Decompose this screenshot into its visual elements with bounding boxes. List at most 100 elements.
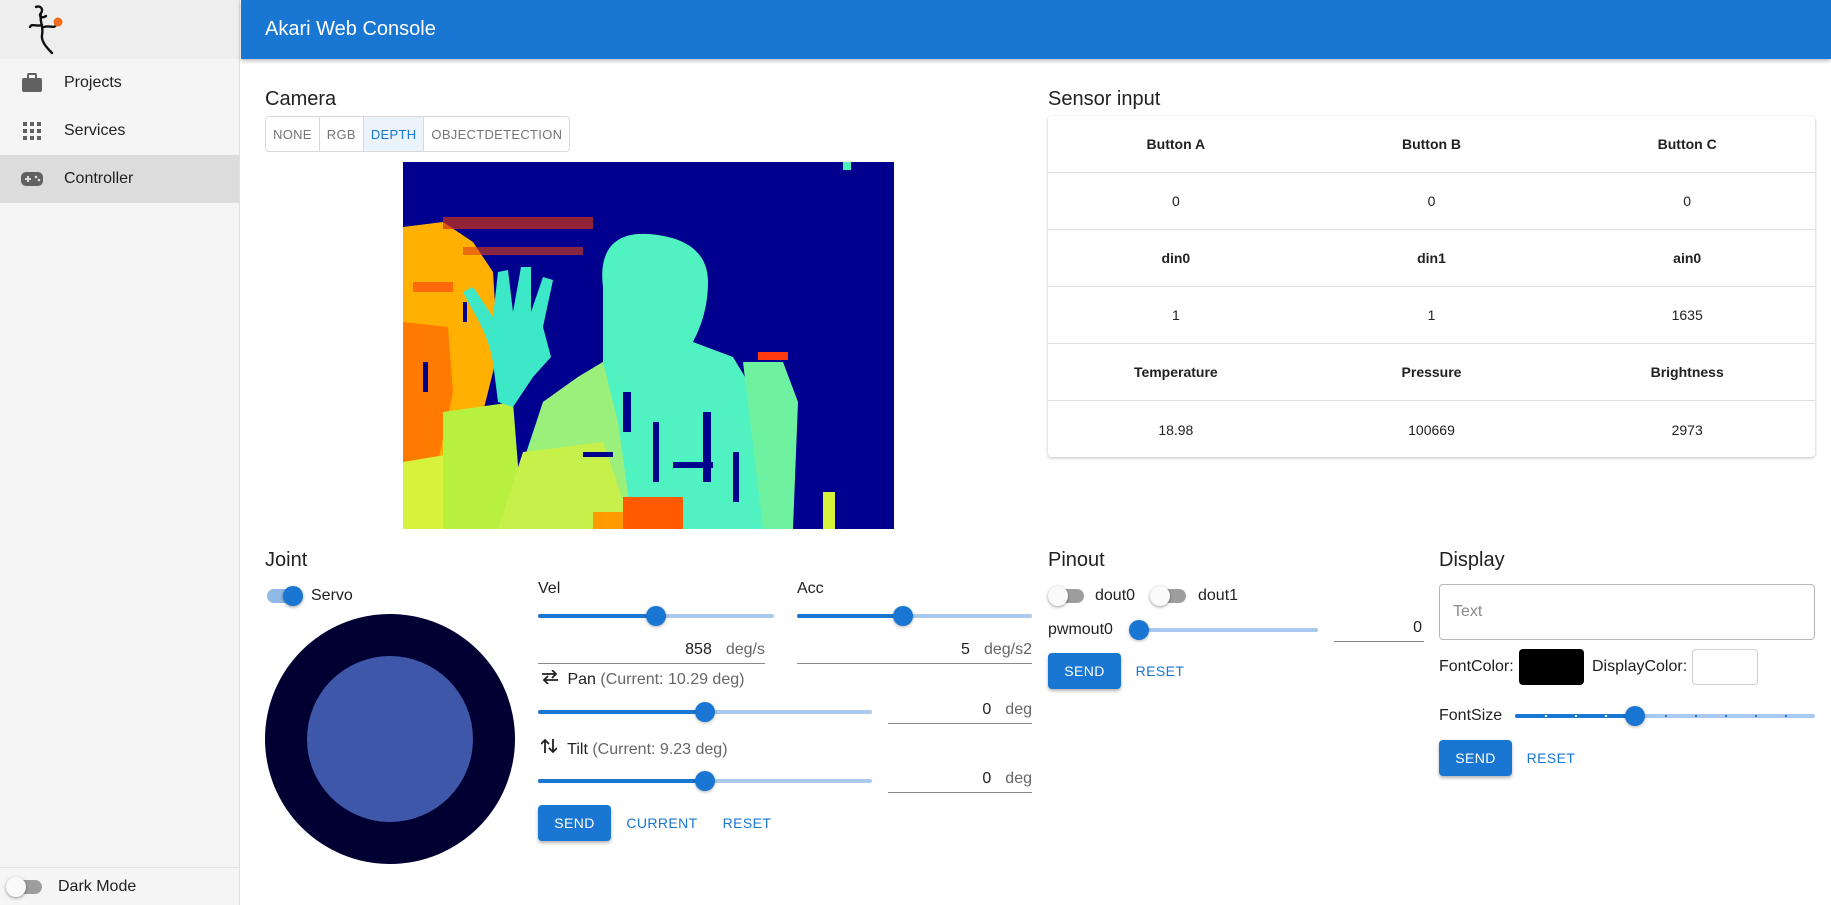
briefcase-icon xyxy=(0,73,64,93)
display-color-swatch[interactable] xyxy=(1692,649,1758,685)
swap-vertical-icon xyxy=(540,738,563,759)
slider-tick-mark xyxy=(1695,715,1697,717)
pan-unit: deg xyxy=(1005,701,1032,718)
display-text-input[interactable]: Text xyxy=(1439,584,1815,640)
table-cell: 1 xyxy=(1427,307,1436,323)
dout1-label: dout1 xyxy=(1198,587,1239,604)
table-header-cell: din1 xyxy=(1417,250,1446,266)
table-row: 0 0 0 xyxy=(1048,173,1815,230)
pan-label-row: Pan (Current: 10.29 deg) xyxy=(541,669,745,689)
font-size-slider[interactable] xyxy=(1515,706,1815,726)
joystick-knob[interactable] xyxy=(307,656,473,822)
pwmout0-slider[interactable] xyxy=(1129,620,1318,640)
dout0-label: dout0 xyxy=(1095,587,1136,604)
pwmout0-value: 0 xyxy=(1413,619,1422,636)
sidebar-item-label: Controller xyxy=(64,170,134,187)
sensor-input-title: Sensor input xyxy=(1048,88,1161,110)
joint-current-button[interactable]: CURRENT xyxy=(620,805,704,841)
font-color-swatch[interactable] xyxy=(1519,649,1584,685)
font-color-label: FontColor: xyxy=(1439,658,1514,675)
tilt-current: (Current: 9.23 deg) xyxy=(592,741,728,758)
display-send-button[interactable]: SEND xyxy=(1439,740,1512,776)
dark-mode-toggle[interactable] xyxy=(6,876,44,897)
camera-mode-depth[interactable]: DEPTH xyxy=(363,117,425,151)
pwmout0-input[interactable]: 0 xyxy=(1334,614,1424,642)
slider-tick-mark xyxy=(1725,715,1727,717)
slider-tick-mark xyxy=(1575,715,1577,717)
table-header-cell: Button C xyxy=(1657,136,1717,152)
table-cell: 100669 xyxy=(1408,421,1455,438)
joint-send-button[interactable]: SEND xyxy=(538,805,611,841)
dout1-toggle[interactable] xyxy=(1150,586,1188,606)
table-header-cell: ain0 xyxy=(1673,250,1702,266)
pinout-send-button[interactable]: SEND xyxy=(1048,653,1121,689)
sidebar-item-projects[interactable]: Projects xyxy=(0,59,239,107)
dark-mode-row: Dark Mode xyxy=(0,867,240,905)
slider-tick-mark xyxy=(1755,715,1757,717)
vel-label: Vel xyxy=(538,580,561,597)
acc-slider[interactable] xyxy=(797,606,1032,626)
camera-title: Camera xyxy=(265,88,337,110)
table-cell: 1 xyxy=(1171,307,1180,323)
display-title: Display xyxy=(1439,549,1505,571)
sensor-table: Button A Button B Button C 0 0 0 din0 di… xyxy=(1048,116,1815,457)
grid-icon xyxy=(0,122,64,140)
display-color-label: DisplayColor: xyxy=(1592,658,1688,675)
sidebar-item-controller[interactable]: Controller xyxy=(0,155,239,203)
table-header-cell: Button A xyxy=(1146,136,1206,152)
sidebar-item-services[interactable]: Services xyxy=(0,107,239,155)
table-header-cell: Pressure xyxy=(1401,364,1462,380)
font-size-label: FontSize xyxy=(1439,707,1503,724)
acc-label: Acc xyxy=(797,580,824,597)
table-row: 1 1 1635 xyxy=(1048,287,1815,344)
table-header-cell: Brightness xyxy=(1650,364,1724,380)
tilt-input[interactable]: 0 deg xyxy=(888,765,1032,793)
acc-value: 5 xyxy=(961,641,970,658)
table-header-cell: Button B xyxy=(1401,136,1462,152)
table-header-cell: din0 xyxy=(1161,250,1191,266)
vel-value: 858 xyxy=(685,641,712,658)
camera-depth-image xyxy=(403,162,894,529)
dout0-toggle[interactable] xyxy=(1048,586,1086,606)
servo-toggle[interactable] xyxy=(265,586,303,606)
camera-mode-none[interactable]: NONE xyxy=(266,117,320,151)
pan-current: (Current: 10.29 deg) xyxy=(600,671,745,688)
slider-tick-mark xyxy=(1785,715,1787,717)
slider-tick-mark xyxy=(1545,715,1547,717)
table-cell: 0 xyxy=(1427,193,1436,209)
sidebar: Projects Services Controller Dark Mode xyxy=(0,0,240,905)
slider-tick-mark xyxy=(1665,715,1667,717)
tilt-label-row: Tilt (Current: 9.23 deg) xyxy=(540,738,728,759)
tilt-label: Tilt xyxy=(567,741,588,758)
slider-tick-mark xyxy=(1605,715,1607,717)
sidebar-item-label: Services xyxy=(64,122,126,139)
table-cell: 2973 xyxy=(1671,421,1703,438)
vel-input[interactable]: 858 deg/s xyxy=(538,636,765,664)
table-cell: 18.98 xyxy=(1158,421,1194,438)
joystick-pad[interactable] xyxy=(265,614,515,864)
table-row: 18.98 100669 2973 xyxy=(1048,401,1815,458)
table-cell: 1635 xyxy=(1671,307,1703,323)
pan-label: Pan xyxy=(567,671,596,688)
vel-slider[interactable] xyxy=(538,606,774,626)
camera-mode-rgb[interactable]: RGB xyxy=(320,117,364,151)
vel-unit: deg/s xyxy=(725,641,765,658)
pinout-reset-button[interactable]: RESET xyxy=(1126,653,1194,689)
pwmout0-label: pwmout0 xyxy=(1048,621,1113,638)
logo-area xyxy=(0,0,239,59)
pan-value: 0 xyxy=(982,701,992,718)
joint-title: Joint xyxy=(265,549,308,571)
pinout-title: Pinout xyxy=(1048,549,1105,571)
tilt-value: 0 xyxy=(982,770,992,787)
tilt-slider[interactable] xyxy=(538,771,872,791)
camera-mode-objectdetection[interactable]: OBJECTDETECTION xyxy=(424,117,569,151)
pan-slider[interactable] xyxy=(538,702,872,722)
joint-reset-button[interactable]: RESET xyxy=(712,805,782,841)
table-header-cell: Temperature xyxy=(1133,364,1218,380)
pan-input[interactable]: 0 deg xyxy=(888,696,1032,724)
app-title: Akari Web Console xyxy=(265,18,436,40)
servo-label: Servo xyxy=(311,587,353,604)
acc-input[interactable]: 5 deg/s2 xyxy=(797,636,1032,664)
display-reset-button[interactable]: RESET xyxy=(1517,740,1585,776)
table-row: din0 din1 ain0 xyxy=(1048,230,1815,287)
